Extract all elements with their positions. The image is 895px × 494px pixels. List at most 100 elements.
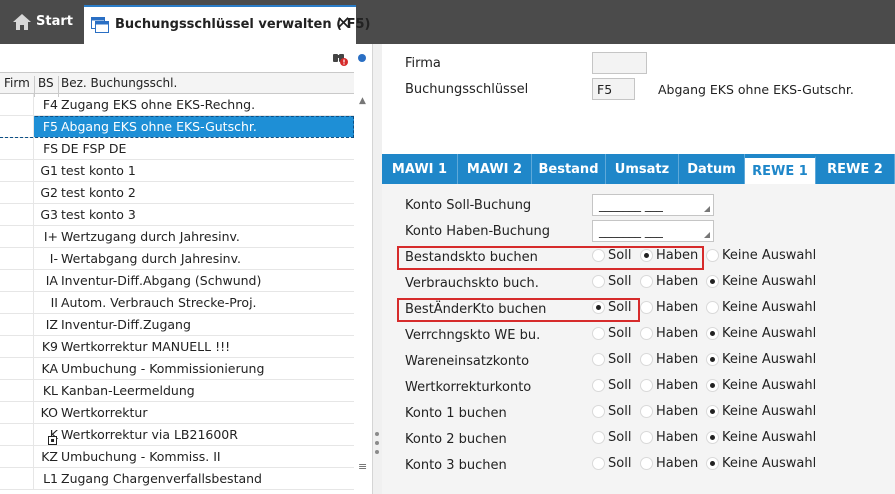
buchungsschluessel-field[interactable]: F5 bbox=[592, 78, 635, 100]
scroll-up-icon[interactable]: ▲ bbox=[359, 96, 366, 106]
radio-soll[interactable] bbox=[592, 275, 605, 288]
scroll-grip-icon[interactable]: ≡ bbox=[358, 460, 367, 473]
radio-keine-auswahl[interactable] bbox=[706, 405, 719, 418]
column-header-firm[interactable]: Firm bbox=[4, 76, 30, 90]
radio-keine-auswahl[interactable] bbox=[706, 327, 719, 340]
radio-haben-label: Haben bbox=[656, 404, 699, 419]
tab-rewe-2[interactable]: REWE 2 bbox=[816, 154, 895, 184]
option-row: Verrchngskto WE bu. Soll Haben Keine Auswah… bbox=[382, 322, 895, 348]
cell-bez: Inventur-Diff.Abgang (Schwund) bbox=[61, 273, 262, 288]
table-row[interactable]: F4 Zugang EKS ohne EKS-Rechng. bbox=[0, 94, 354, 116]
radio-haben-label: Haben bbox=[656, 378, 699, 393]
tab-bestand[interactable]: Bestand bbox=[532, 154, 606, 184]
tab-buchungsschluessel[interactable]: Buchungsschlüssel verwalten ( F5) ✕ bbox=[84, 5, 370, 44]
radio-keine-auswahl[interactable] bbox=[706, 275, 719, 288]
table-row[interactable]: FS DE FSP DE bbox=[0, 138, 354, 160]
konto-soll-select[interactable]: _______ ___ bbox=[592, 194, 714, 216]
radio-haben[interactable] bbox=[640, 327, 653, 340]
radio-haben[interactable] bbox=[640, 379, 653, 392]
radio-haben[interactable] bbox=[640, 301, 653, 314]
radio-keine-auswahl[interactable] bbox=[706, 249, 719, 262]
column-header-bs[interactable]: BS bbox=[38, 76, 54, 90]
radio-soll[interactable] bbox=[592, 457, 605, 470]
radio-keine-auswahl-label: Keine Auswahl bbox=[722, 378, 817, 393]
radio-keine-auswahl[interactable] bbox=[706, 431, 719, 444]
radio-keine-auswahl[interactable] bbox=[706, 353, 719, 366]
binoculars-warning-icon[interactable] bbox=[332, 50, 348, 66]
table-row[interactable]: L1 Zugang Chargenverfallsbestand bbox=[0, 468, 354, 490]
cell-firm bbox=[0, 94, 34, 115]
cell-bs: KZ bbox=[41, 449, 58, 464]
table-row[interactable]: G2 test konto 2 bbox=[0, 182, 354, 204]
vertical-scrollbar[interactable]: ▲ ≡ bbox=[356, 94, 370, 494]
radio-soll[interactable] bbox=[592, 405, 605, 418]
cell-bs: KA bbox=[41, 361, 58, 376]
app-tab-bar: Start Buchungsschlüssel verwalten ( F5) … bbox=[0, 0, 895, 44]
radio-soll[interactable] bbox=[592, 379, 605, 392]
firma-field[interactable] bbox=[592, 52, 647, 74]
cell-bez: Wertabgang durch Jahresinv. bbox=[61, 251, 241, 266]
table-row[interactable]: G1 test konto 1 bbox=[0, 160, 354, 182]
radio-soll-label: Soll bbox=[608, 404, 632, 419]
radio-haben[interactable] bbox=[640, 431, 653, 444]
cell-firm bbox=[0, 204, 34, 225]
table-row[interactable]: IA Inventur-Diff.Abgang (Schwund) bbox=[0, 270, 354, 292]
cell-firm bbox=[0, 248, 34, 269]
close-icon[interactable]: ✕ bbox=[336, 13, 351, 34]
table-row[interactable]: K Wertkorrektur via LB21600R ▪ bbox=[0, 424, 354, 446]
option-row: Wertkorrekturkonto Soll Haben Keine Auswahl bbox=[382, 374, 895, 400]
tab-umsatz[interactable]: Umsatz bbox=[606, 154, 679, 184]
cell-bs: K9 bbox=[41, 339, 58, 354]
radio-keine-auswahl[interactable] bbox=[706, 379, 719, 392]
cell-bs: II bbox=[50, 295, 58, 310]
konto-haben-select[interactable]: _______ ___ bbox=[592, 220, 714, 242]
cell-firm bbox=[0, 336, 34, 357]
table-row[interactable]: KZ Umbuchung - Kommiss. II bbox=[0, 446, 354, 468]
cell-firm bbox=[0, 358, 34, 379]
home-icon bbox=[13, 14, 31, 30]
radio-haben[interactable] bbox=[640, 353, 653, 366]
radio-haben[interactable] bbox=[640, 405, 653, 418]
cell-bs: F5 bbox=[42, 119, 58, 134]
cell-bez: Wertzugang durch Jahresinv. bbox=[61, 229, 240, 244]
radio-haben-label: Haben bbox=[656, 430, 699, 445]
cell-firm bbox=[0, 270, 34, 291]
table-row[interactable]: KO Wertkorrektur bbox=[0, 402, 354, 424]
option-row: Bestandskto buchen Soll Haben Keine Auswahl bbox=[382, 244, 895, 270]
radio-soll[interactable] bbox=[592, 353, 605, 366]
tab-mawi-1[interactable]: MAWI 1 bbox=[382, 154, 458, 184]
highlight-box bbox=[397, 246, 704, 270]
radio-soll[interactable] bbox=[592, 327, 605, 340]
tab-datum[interactable]: Datum bbox=[679, 154, 745, 184]
radio-keine-auswahl[interactable] bbox=[706, 457, 719, 470]
detail-tabs: MAWI 1 MAWI 2 Bestand Umsatz Datum REWE 1 REWE… bbox=[382, 154, 895, 184]
table-row[interactable]: I- Wertabgang durch Jahresinv. bbox=[0, 248, 354, 270]
tab-rewe-1[interactable]: REWE 1 bbox=[745, 156, 816, 184]
radio-haben[interactable] bbox=[640, 275, 653, 288]
table-row[interactable]: II Autom. Verbrauch Strecke-Proj. bbox=[0, 292, 354, 314]
cell-firm bbox=[0, 160, 34, 181]
radio-haben-label: Haben bbox=[656, 352, 699, 367]
option-row: Konto 2 buchen Soll Haben Keine Auswahl bbox=[382, 426, 895, 452]
tab-start[interactable]: Start bbox=[0, 0, 82, 44]
radio-haben-label: Haben bbox=[656, 456, 699, 471]
radio-haben[interactable] bbox=[640, 457, 653, 470]
radio-soll-label: Soll bbox=[608, 430, 632, 445]
column-header-bez[interactable]: Bez. Buchungsschl. bbox=[61, 76, 177, 90]
firma-label: Firma bbox=[405, 56, 441, 71]
konto-soll-value: _______ ___ bbox=[599, 198, 663, 212]
table-row[interactable]: F5 Abgang EKS ohne EKS-Gutschr. bbox=[0, 116, 354, 138]
tab-mawi-2[interactable]: MAWI 2 bbox=[458, 154, 532, 184]
table-row[interactable]: KA Umbuchung - Kommissionierung bbox=[0, 358, 354, 380]
radio-soll[interactable] bbox=[592, 431, 605, 444]
option-row: Konto 1 buchen Soll Haben Keine Auswahl bbox=[382, 400, 895, 426]
table-row[interactable]: IZ Inventur-Diff.Zugang bbox=[0, 314, 354, 336]
table-row[interactable]: KL Kanban-Leermeldung bbox=[0, 380, 354, 402]
table-row[interactable]: K9 Wertkorrektur MANUELL !!! bbox=[0, 336, 354, 358]
radio-keine-auswahl[interactable] bbox=[706, 301, 719, 314]
cell-firm bbox=[0, 424, 34, 445]
table-row[interactable]: G3 test konto 3 bbox=[0, 204, 354, 226]
cell-bez: Autom. Verbrauch Strecke-Proj. bbox=[61, 295, 257, 310]
panel-splitter[interactable] bbox=[372, 44, 382, 494]
table-row[interactable]: I+ Wertzugang durch Jahresinv. bbox=[0, 226, 354, 248]
